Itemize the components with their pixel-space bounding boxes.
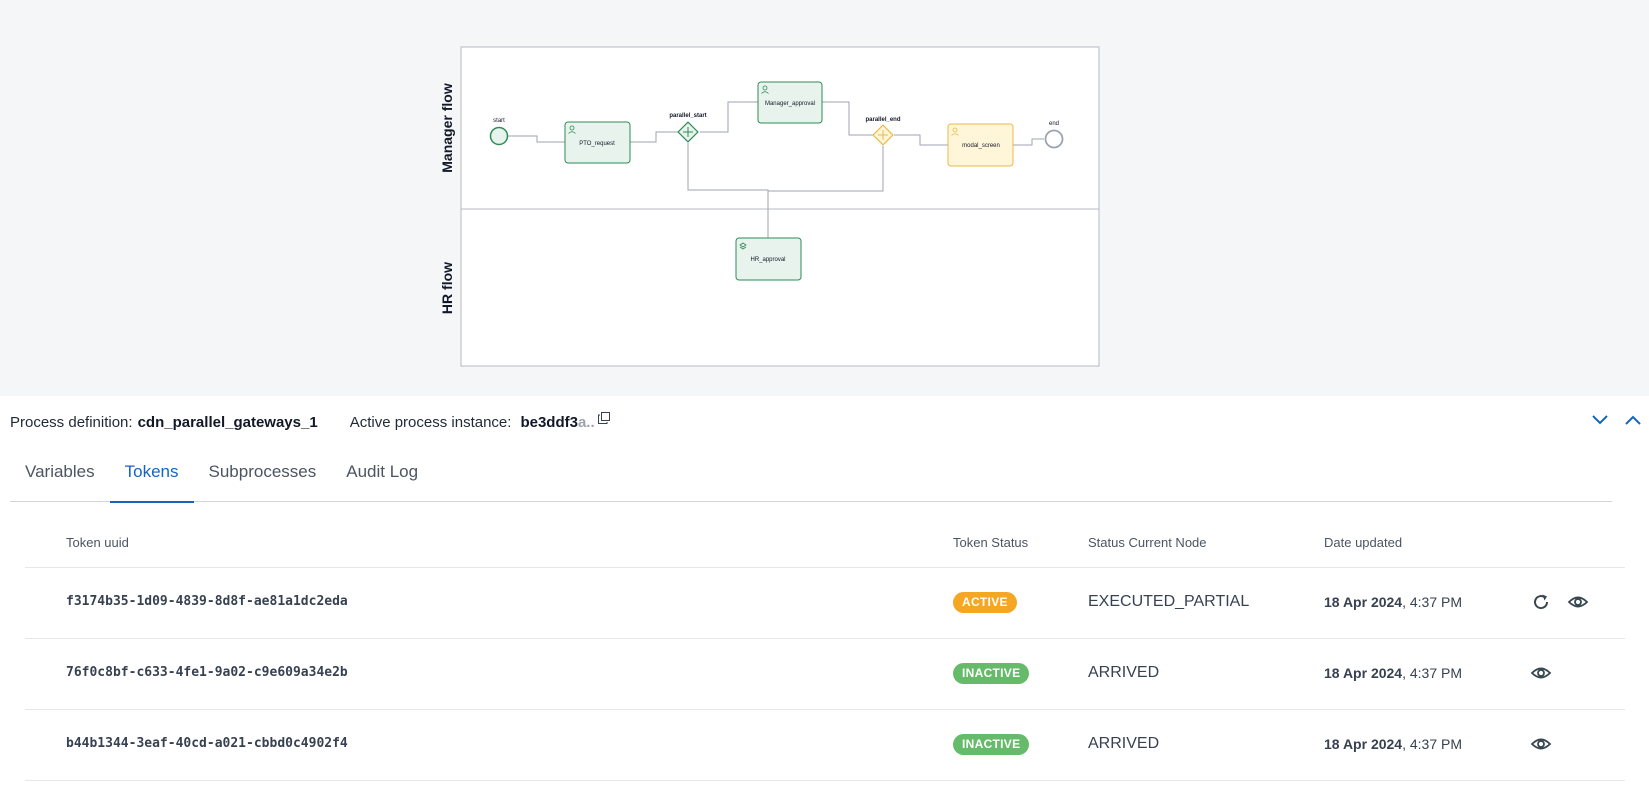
header-token-status: Token Status <box>953 535 1029 550</box>
table-row[interactable]: f3174b35-1d09-4839-8d8f-ae81a1dc2eda ACT… <box>25 568 1625 639</box>
task-hr-approval-label: HR_approval <box>750 257 785 263</box>
date-updated: 18 Apr 2024, 4:37 PM <box>1324 736 1463 752</box>
table-row[interactable]: 76f0c8bf-c633-4fe1-9a02-c9e609a34e2b INA… <box>25 639 1625 710</box>
header-token-uuid: Token uuid <box>66 535 129 550</box>
bpmn-diagram[interactable]: Manager flow HR flow start PTO_request p… <box>0 0 1649 396</box>
date-updated: 18 Apr 2024, 4:37 PM <box>1324 594 1463 610</box>
end-event-label: end <box>1049 121 1059 127</box>
status-badge: INACTIVE <box>953 734 1030 755</box>
chevron-up-icon[interactable] <box>1623 410 1643 430</box>
gateway-parallel-start-label: parallel_start <box>669 113 706 119</box>
process-definition-label: Process definition: <box>10 413 133 431</box>
task-pto-request-label: PTO_request <box>579 141 615 147</box>
tokens-table: Token uuid Token Status Status Current N… <box>25 520 1625 781</box>
chevron-down-icon[interactable] <box>1590 410 1610 430</box>
copy-icon[interactable] <box>597 412 610 424</box>
token-uuid: 76f0c8bf-c633-4fe1-9a02-c9e609a34e2b <box>66 665 348 680</box>
process-definition-value: cdn_parallel_gateways_1 <box>137 413 318 431</box>
tab-tokens[interactable]: Tokens <box>109 452 194 503</box>
status-badge: INACTIVE <box>953 663 1030 684</box>
status-current-node: EXECUTED_PARTIAL <box>1088 593 1250 610</box>
token-uuid: f3174b35-1d09-4839-8d8f-ae81a1dc2eda <box>66 594 348 609</box>
eye-icon[interactable] <box>1567 591 1589 613</box>
table-row[interactable]: b44b1344-3eaf-40cd-a021-cbbd0c4902f4 INA… <box>25 710 1625 781</box>
header-date-updated: Date updated <box>1324 535 1403 550</box>
gateway-parallel-end-label: parallel_end <box>865 117 900 123</box>
tab-variables[interactable]: Variables <box>10 452 110 502</box>
active-instance-value: be3ddf3a.. <box>520 413 595 431</box>
lane-label-hr: HR flow <box>439 262 455 314</box>
status-current-node: ARRIVED <box>1088 735 1160 752</box>
header-status-current-node: Status Current Node <box>1088 535 1207 550</box>
refresh-icon[interactable] <box>1530 591 1552 613</box>
start-event-label: start <box>493 118 505 124</box>
eye-icon[interactable] <box>1530 733 1552 755</box>
process-diagram-canvas[interactable]: Manager flow HR flow start PTO_request p… <box>0 0 1649 396</box>
detail-tabs: Variables Tokens Subprocesses Audit Log <box>10 452 1612 503</box>
end-event[interactable] <box>1044 129 1064 149</box>
token-uuid: b44b1344-3eaf-40cd-a021-cbbd0c4902f4 <box>66 736 348 751</box>
start-event[interactable] <box>489 126 509 146</box>
lane-label-manager: Manager flow <box>439 83 455 173</box>
status-current-node: ARRIVED <box>1088 664 1160 681</box>
active-instance-label: Active process instance: <box>349 413 512 431</box>
task-manager-approval-label: Manager_approval <box>765 101 815 107</box>
tab-audit-log[interactable]: Audit Log <box>331 452 433 502</box>
table-header: Token uuid Token Status Status Current N… <box>25 520 1625 568</box>
status-badge: ACTIVE <box>953 592 1017 613</box>
date-updated: 18 Apr 2024, 4:37 PM <box>1324 665 1463 681</box>
eye-icon[interactable] <box>1530 662 1552 684</box>
process-info-bar: Process definition: cdn_parallel_gateway… <box>0 396 1649 448</box>
task-modal-screen-label: modal_screen <box>962 143 1000 149</box>
tab-subprocesses[interactable]: Subprocesses <box>194 452 332 502</box>
